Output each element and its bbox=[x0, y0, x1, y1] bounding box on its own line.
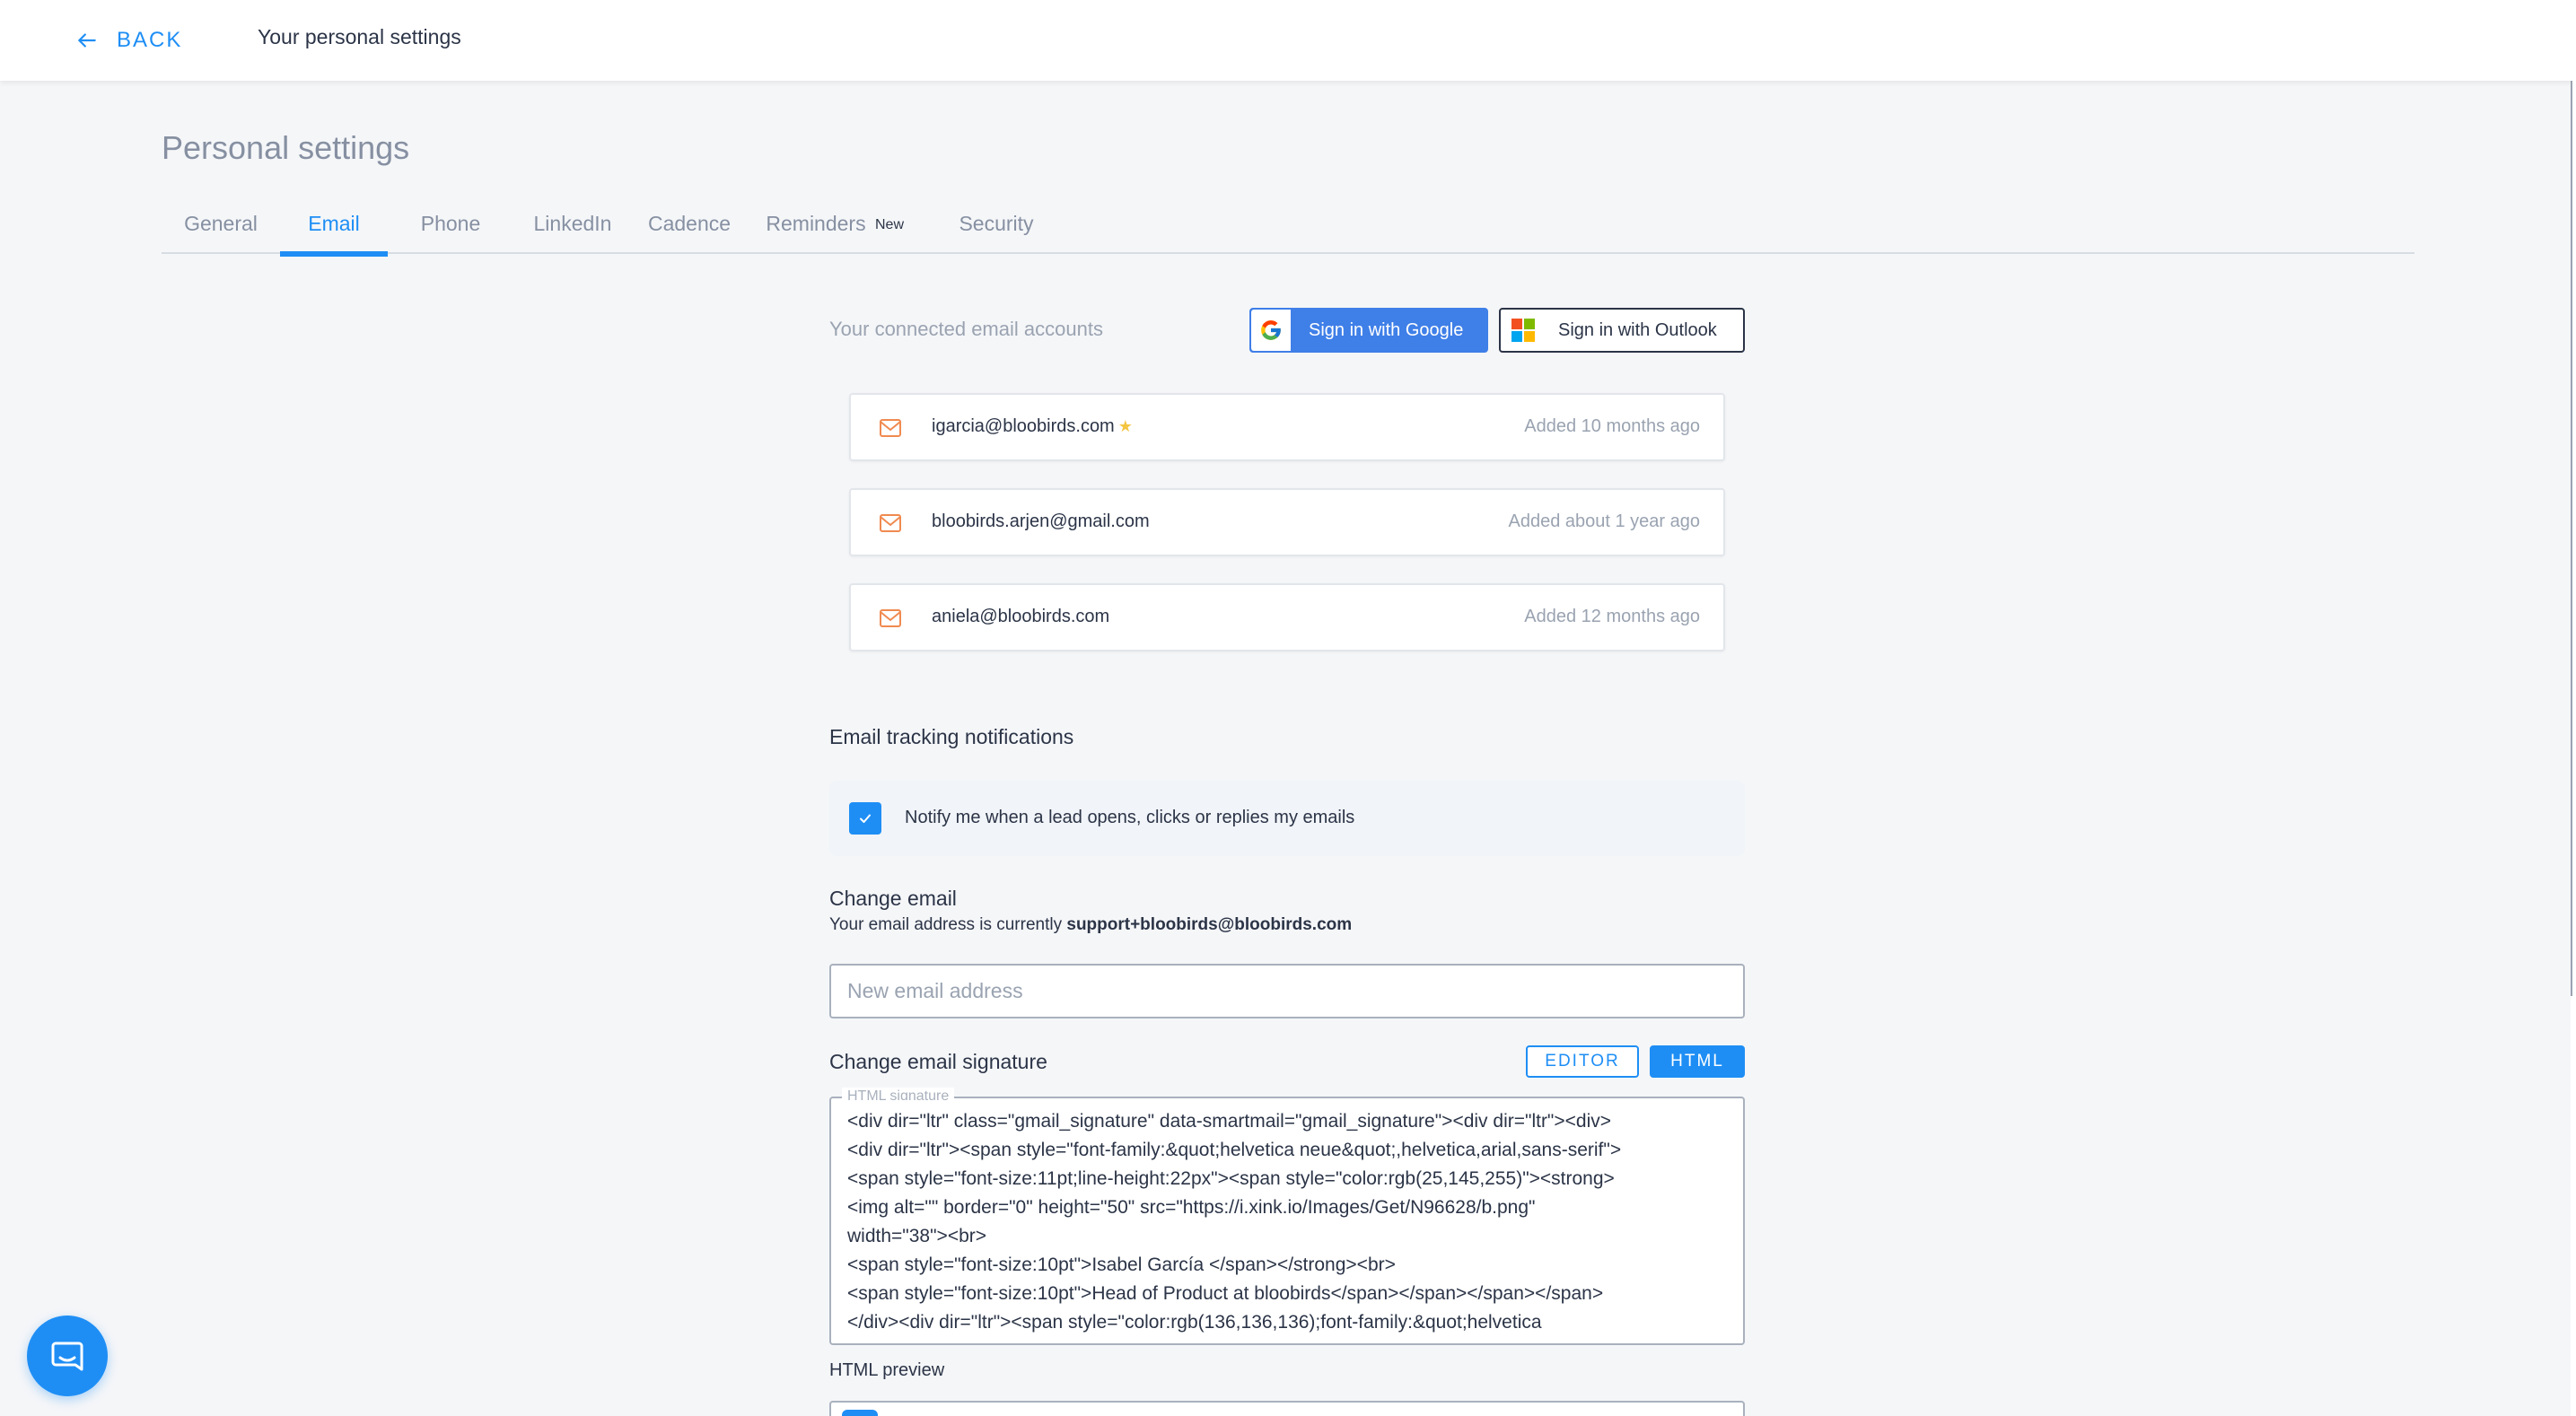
chat-bubble-icon bbox=[51, 1342, 83, 1371]
mail-icon bbox=[880, 514, 901, 532]
notify-option-row: Notify me when a lead opens, clicks or r… bbox=[829, 781, 1745, 856]
editor-mode-button[interactable]: EDITOR bbox=[1526, 1045, 1639, 1078]
top-bar-title: Your personal settings bbox=[258, 25, 461, 48]
current-email-value: support+bloobirds@bloobirds.com bbox=[1066, 915, 1353, 934]
html-signature-label: HTML signature bbox=[842, 1088, 955, 1100]
microsoft-logo-icon bbox=[1511, 319, 1535, 342]
top-bar: BACK Your personal settings bbox=[0, 0, 2576, 81]
check-icon bbox=[860, 814, 871, 823]
tab-linkedin[interactable]: LinkedIn bbox=[525, 212, 620, 254]
sign-in-outlook-label: Sign in with Outlook bbox=[1558, 319, 1717, 340]
notify-checkbox-label: Notify me when a lead opens, clicks or r… bbox=[905, 808, 1355, 827]
new-badge: New bbox=[875, 217, 905, 232]
account-added-date: Added about 1 year ago bbox=[1508, 511, 1700, 531]
back-button[interactable]: BACK bbox=[75, 24, 182, 57]
tab-cadence[interactable]: Cadence bbox=[642, 212, 737, 254]
tab-phone[interactable]: Phone bbox=[413, 212, 488, 254]
tab-general[interactable]: General bbox=[178, 212, 264, 254]
sign-in-google-button[interactable]: Sign in with Google bbox=[1249, 308, 1488, 353]
current-email-text: Your email address is currently support+… bbox=[829, 915, 1353, 934]
tab-security[interactable]: Security bbox=[947, 212, 1046, 254]
html-preview-label: HTML preview bbox=[829, 1360, 945, 1380]
tab-reminders[interactable]: Reminders bbox=[759, 212, 872, 254]
account-added-date: Added 10 months ago bbox=[1524, 416, 1700, 436]
html-preview-box bbox=[829, 1401, 1745, 1416]
account-added-date: Added 12 months ago bbox=[1524, 607, 1700, 626]
tab-email[interactable]: Email bbox=[280, 212, 388, 257]
sign-in-outlook-button[interactable]: Sign in with Outlook bbox=[1499, 308, 1745, 353]
mail-icon bbox=[880, 419, 901, 437]
chat-launcher-button[interactable] bbox=[27, 1315, 108, 1396]
signature-logo-image bbox=[842, 1410, 878, 1416]
signature-heading: Change email signature bbox=[829, 1050, 1047, 1073]
html-signature-field: HTML signature bbox=[829, 1088, 1745, 1345]
star-icon: ★ bbox=[1117, 417, 1133, 435]
page-scrollbar[interactable] bbox=[2571, 81, 2576, 1416]
settings-tabs: General Email Phone LinkedIn Cadence Rem… bbox=[162, 206, 2414, 257]
email-account-row[interactable]: bloobirds.arjen@gmail.com Added about 1 … bbox=[849, 488, 1725, 556]
back-label: BACK bbox=[117, 28, 183, 52]
mail-icon bbox=[880, 609, 901, 627]
account-email: aniela@bloobirds.com bbox=[932, 607, 1110, 626]
html-signature-textarea[interactable] bbox=[847, 1107, 1727, 1339]
notify-checkbox[interactable] bbox=[849, 802, 881, 835]
email-account-row[interactable]: igarcia@bloobirds.com ★ Added 10 months a… bbox=[849, 393, 1725, 461]
page-title: Personal settings bbox=[162, 129, 410, 166]
google-logo-icon bbox=[1251, 310, 1291, 351]
account-email: bloobirds.arjen@gmail.com bbox=[932, 511, 1150, 531]
email-account-row[interactable]: aniela@bloobirds.com Added 12 months ago bbox=[849, 583, 1725, 651]
html-mode-button[interactable]: HTML bbox=[1650, 1045, 1745, 1078]
sign-in-google-label: Sign in with Google bbox=[1309, 319, 1464, 340]
account-email: igarcia@bloobirds.com ★ bbox=[932, 416, 1133, 436]
connected-accounts-label: Your connected email accounts bbox=[829, 318, 1103, 340]
tracking-heading: Email tracking notifications bbox=[829, 725, 1074, 748]
arrow-left-icon bbox=[78, 33, 96, 48]
new-email-input[interactable] bbox=[829, 964, 1745, 1018]
change-email-heading: Change email bbox=[829, 887, 957, 910]
